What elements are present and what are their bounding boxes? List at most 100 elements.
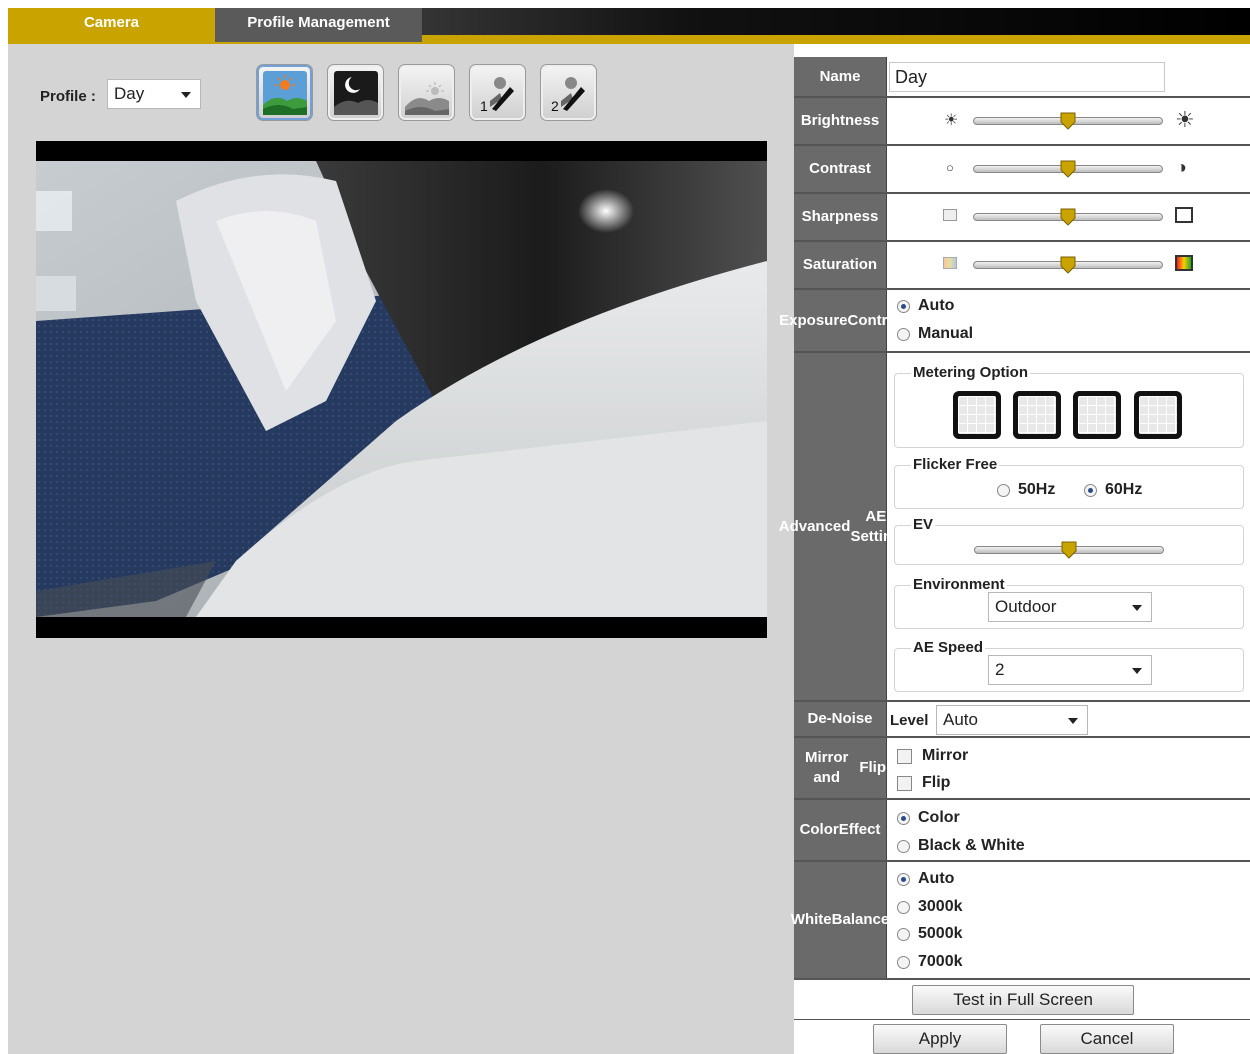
camera-scene-image (36, 161, 767, 617)
sharpness-slider[interactable] (973, 208, 1163, 226)
environment-select-value: Outdoor (995, 597, 1057, 616)
radio-dot[interactable] (897, 872, 910, 886)
sharpness-label: Sharpness (794, 194, 887, 240)
color-label-line2: Effect (838, 821, 881, 838)
radio-dot[interactable] (1084, 483, 1097, 497)
radio-dot[interactable] (897, 299, 910, 313)
slider-thumb[interactable] (1060, 256, 1076, 274)
profile-label: Profile : (40, 88, 96, 105)
saturation-low-icon (943, 257, 957, 269)
black-white-radio[interactable]: Black & White (897, 837, 1025, 855)
flip-checkbox[interactable]: Flip (897, 774, 950, 792)
test-full-screen-button[interactable]: Test in Full Screen (912, 985, 1134, 1015)
name-input[interactable]: Day (889, 62, 1165, 92)
exposure-auto-radio[interactable]: Auto (897, 297, 954, 315)
sharpness-low-icon (943, 209, 957, 221)
contrast-high-icon: ◑ (1176, 157, 1187, 177)
cancel-button[interactable]: Cancel (1040, 1024, 1174, 1054)
flicker-60hz-radio[interactable]: 60Hz (1084, 481, 1142, 499)
wb-auto-radio[interactable]: Auto (897, 870, 954, 888)
radio-dot[interactable] (897, 900, 910, 914)
mirror-flip-label: Mirror and Flip (794, 738, 887, 798)
ev-slider[interactable] (974, 541, 1164, 559)
radio-dot[interactable] (897, 327, 910, 341)
wb-3000k-radio[interactable]: 3000k (897, 898, 963, 916)
checkbox-box[interactable] (897, 775, 912, 791)
radio-dot[interactable] (897, 955, 910, 969)
metering-center-icon (1018, 396, 1056, 434)
sun-large-icon: ☀ (1175, 107, 1195, 132)
wb-3000k-label: 3000k (918, 898, 963, 915)
de-noise-select-value: Auto (943, 710, 978, 729)
row-name: Name Day (794, 57, 1250, 98)
row-sharpness: Sharpness (794, 194, 1250, 242)
contrast-slider[interactable] (973, 160, 1163, 178)
video-preview (36, 141, 767, 638)
ae-speed-legend: AE Speed (911, 639, 986, 656)
custom-1-icon: 1 (480, 77, 514, 114)
radio-dot[interactable] (897, 927, 910, 941)
tab-profile-management[interactable]: Profile Management (215, 8, 422, 42)
custom-2-number: 2 (551, 98, 559, 114)
wb-label-line2: Balance (831, 911, 890, 928)
metering-spot-icon (1078, 396, 1116, 434)
wb-5000k-label: 5000k (918, 925, 963, 942)
metering-option-group: Metering Option (894, 364, 1244, 448)
metering-spot-button[interactable] (1073, 391, 1121, 439)
metering-center-button[interactable] (1013, 391, 1061, 439)
custom-2-profile-button[interactable]: 2 (540, 64, 597, 121)
top-tab-bar: Camera Profile Management (8, 8, 1250, 44)
wb-label-line1: White (790, 911, 832, 928)
metering-average-button[interactable] (1134, 391, 1182, 439)
de-noise-level-select[interactable]: Auto (936, 705, 1088, 735)
exposure-manual-label: Manual (918, 325, 974, 342)
saturation-label: Saturation (794, 242, 887, 288)
slider-thumb[interactable] (1060, 208, 1076, 226)
row-contrast: Contrast ○ ◑ (794, 146, 1250, 194)
mirror-checkbox[interactable]: Mirror (897, 747, 968, 765)
ae-speed-select[interactable]: 2 (988, 655, 1152, 685)
brightness-slider[interactable] (973, 112, 1163, 130)
row-saturation: Saturation (794, 242, 1250, 290)
camera-frame (36, 161, 767, 617)
chevron-down-icon (1068, 718, 1078, 724)
environment-select[interactable]: Outdoor (988, 592, 1152, 622)
slider-thumb[interactable] (1061, 541, 1077, 559)
ae-speed-select-value: 2 (995, 660, 1005, 679)
mirror-label-line2: Flip (859, 759, 886, 776)
wb-7000k-radio[interactable]: 7000k (897, 953, 963, 971)
radio-dot[interactable] (997, 483, 1010, 497)
sun-small-icon: ☀ (944, 112, 959, 129)
brightness-label: Brightness (794, 98, 887, 144)
wb-5000k-radio[interactable]: 5000k (897, 925, 963, 943)
radio-dot[interactable] (897, 839, 910, 853)
apply-button[interactable]: Apply (873, 1024, 1007, 1054)
slider-thumb[interactable] (1060, 112, 1076, 130)
color-effect-label: Color Effect (794, 800, 887, 860)
flicker-60hz-label: 60Hz (1105, 481, 1143, 498)
profile-select[interactable]: Day (107, 79, 201, 109)
advanced-label-line1: Advanced (778, 517, 851, 535)
de-noise-level-label: Level (890, 712, 929, 729)
metering-multi-button[interactable] (953, 391, 1001, 439)
exposure-manual-radio[interactable]: Manual (897, 325, 973, 343)
radio-dot[interactable] (897, 811, 910, 825)
custom-1-profile-button[interactable]: 1 (469, 64, 526, 121)
chevron-down-icon (1132, 668, 1142, 674)
mirror-checkbox-label: Mirror (922, 747, 969, 764)
contrast-label: Contrast (794, 146, 887, 192)
profile-select-value: Day (114, 84, 145, 103)
checkbox-box[interactable] (897, 748, 912, 764)
saturation-slider[interactable] (973, 256, 1163, 274)
color-radio[interactable]: Color (897, 809, 960, 827)
tab-camera[interactable]: Camera (8, 8, 215, 42)
de-noise-label: De-Noise (794, 702, 887, 736)
row-exposure-control: Exposure Control Auto Manual (779, 290, 1250, 353)
dusk-profile-button[interactable] (398, 64, 455, 121)
color-label-line1: Color (799, 821, 839, 838)
night-profile-button[interactable] (327, 64, 384, 121)
slider-thumb[interactable] (1060, 160, 1076, 178)
day-profile-button[interactable] (256, 64, 313, 121)
settings-panel: Name Day Brightness ☀ ☀ Contrast ○ ◑ Sha… (779, 57, 1250, 1054)
flicker-50hz-radio[interactable]: 50Hz (997, 481, 1055, 499)
